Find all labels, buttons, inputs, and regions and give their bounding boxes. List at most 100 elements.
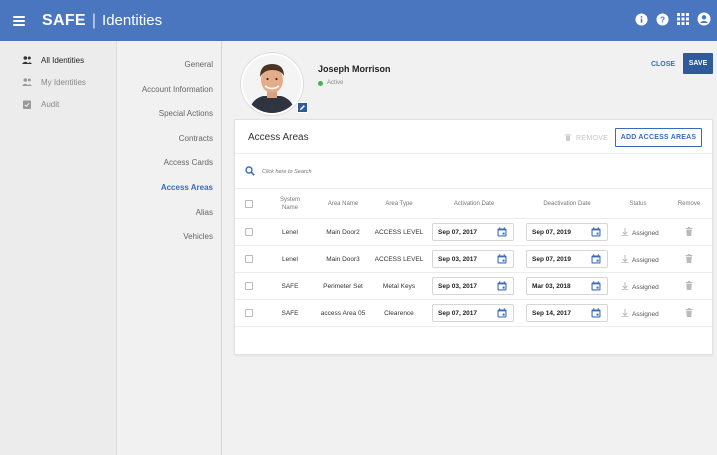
menu-icon[interactable] — [13, 15, 25, 26]
people-icon — [22, 55, 32, 65]
activation-date-picker[interactable]: Sep 07, 2017 — [432, 304, 514, 322]
account-icon[interactable] — [697, 12, 711, 26]
area-name-cell: Main Door2 — [326, 229, 360, 236]
tab-alias[interactable]: Alias — [196, 208, 213, 217]
activation-date-value: Sep 03, 2017 — [438, 256, 478, 263]
status-cell: Assigned — [621, 282, 659, 292]
row-checkbox[interactable] — [245, 228, 253, 236]
card-title: Access Areas — [248, 132, 309, 143]
activation-date-value: Sep 03, 2017 — [438, 283, 478, 290]
trash-icon[interactable] — [685, 281, 693, 290]
nav-item-all-identities[interactable]: All Identities — [0, 49, 116, 71]
column-header-remove: Remove — [677, 201, 701, 207]
select-all-checkbox[interactable] — [245, 200, 253, 208]
activation-date-picker[interactable]: Sep 03, 2017 — [432, 277, 514, 295]
deactivation-date-picker[interactable]: Sep 07, 2019 — [526, 250, 608, 268]
nav-item-label: Audit — [41, 99, 60, 109]
add-access-areas-button[interactable]: ADD ACCESS AREAS — [615, 128, 702, 147]
info-icon[interactable] — [634, 12, 648, 26]
status-text: Assigned — [632, 229, 659, 237]
row-checkbox[interactable] — [245, 309, 253, 317]
area-name-cell: access Area 05 — [320, 310, 366, 317]
status-text: Assigned — [632, 283, 659, 291]
tab-vehicles[interactable]: Vehicles — [183, 232, 213, 241]
deactivation-date-value: Sep 07, 2019 — [532, 229, 572, 236]
assigned-icon — [621, 282, 629, 292]
close-button[interactable]: CLOSE — [648, 55, 678, 73]
divider — [235, 153, 712, 154]
remove-button[interactable]: REMOVE — [565, 134, 608, 143]
deactivation-date-picker[interactable]: Sep 14, 2017 — [526, 304, 608, 322]
tab-contracts[interactable]: Contracts — [179, 134, 213, 143]
calendar-icon — [497, 281, 507, 291]
search-bar[interactable] — [245, 166, 412, 178]
brand-separator: | — [91, 11, 97, 29]
system-name-cell: SAFE — [281, 283, 299, 290]
top-icon-group: ? — [634, 12, 711, 26]
tab-access-areas[interactable]: Access Areas — [161, 183, 213, 192]
left-navigation: All Identities My Identities Audit — [0, 41, 117, 455]
row-checkbox[interactable] — [245, 282, 253, 290]
area-type-cell: ACCESS LEVEL — [374, 229, 424, 236]
apps-grid-icon[interactable] — [676, 12, 690, 26]
area-type-cell: Clearence — [384, 310, 414, 317]
deactivation-date-picker[interactable]: Mar 03, 2018 — [526, 277, 608, 295]
assigned-icon — [621, 309, 629, 319]
calendar-icon — [591, 254, 601, 264]
edit-photo-button[interactable] — [297, 102, 308, 113]
table-row: Lenel Main Door2 ACCESS LEVEL Sep 07, 20… — [235, 219, 712, 246]
avatar — [241, 53, 303, 115]
deactivation-date-value: Mar 03, 2018 — [532, 283, 571, 290]
deactivation-date-picker[interactable]: Sep 07, 2019 — [526, 223, 608, 241]
activation-date-picker[interactable]: Sep 07, 2017 — [432, 223, 514, 241]
column-header-system-name: System Name — [279, 197, 300, 211]
table-row: SAFE access Area 05 Clearence Sep 07, 20… — [235, 300, 712, 327]
search-icon — [245, 166, 255, 178]
trash-icon[interactable] — [685, 254, 693, 263]
search-input[interactable] — [262, 169, 412, 175]
calendar-icon — [591, 227, 601, 237]
nav-item-my-identities[interactable]: My Identities — [0, 71, 116, 93]
activation-date-value: Sep 07, 2017 — [438, 229, 478, 236]
table-header: System Name Area Name Area Type Activati… — [235, 189, 712, 219]
save-button[interactable]: SAVE — [683, 53, 713, 74]
tab-special-actions[interactable]: Special Actions — [159, 109, 213, 118]
help-icon[interactable]: ? — [655, 12, 669, 26]
activation-date-picker[interactable]: Sep 03, 2017 — [432, 250, 514, 268]
column-header-area-type: Area Type — [385, 201, 413, 207]
calendar-icon — [591, 308, 601, 318]
calendar-icon — [497, 254, 507, 264]
trash-icon[interactable] — [685, 227, 693, 236]
status-text: Assigned — [632, 310, 659, 318]
section-title: Identities — [102, 12, 163, 29]
nav-item-audit[interactable]: Audit — [0, 93, 116, 115]
status-badge: Active — [318, 80, 343, 86]
pencil-icon — [300, 105, 305, 110]
area-type-cell: Metal Keys — [382, 283, 416, 290]
trash-icon[interactable] — [685, 308, 693, 317]
row-checkbox[interactable] — [245, 255, 253, 263]
tab-general[interactable]: General — [185, 60, 213, 69]
calendar-icon — [497, 227, 507, 237]
status-cell: Assigned — [621, 228, 659, 238]
access-areas-card: Access Areas REMOVE ADD ACCESS AREAS Sys… — [234, 119, 713, 355]
brand-logo[interactable]: SAFE — [42, 12, 86, 30]
nav-item-label: My Identities — [41, 77, 86, 87]
assigned-icon — [621, 228, 629, 238]
top-app-bar: SAFE | Identities ? — [0, 0, 717, 41]
tab-access-cards[interactable]: Access Cards — [164, 158, 213, 167]
trash-icon — [565, 134, 571, 143]
column-header-status: Status — [629, 201, 647, 207]
audit-icon — [22, 99, 32, 109]
deactivation-date-value: Sep 14, 2017 — [532, 310, 572, 317]
calendar-icon — [591, 281, 601, 291]
area-name-cell: Main Door3 — [326, 256, 360, 263]
activation-date-value: Sep 07, 2017 — [438, 310, 478, 317]
svg-text:?: ? — [659, 14, 664, 24]
system-name-cell: Lenel — [282, 229, 298, 236]
people-icon — [22, 77, 32, 87]
person-name: Joseph Morrison — [318, 64, 391, 74]
tab-account-information[interactable]: Account Information — [142, 85, 213, 94]
calendar-icon — [497, 308, 507, 318]
table-row: Lenel Main Door3 ACCESS LEVEL Sep 03, 20… — [235, 246, 712, 273]
